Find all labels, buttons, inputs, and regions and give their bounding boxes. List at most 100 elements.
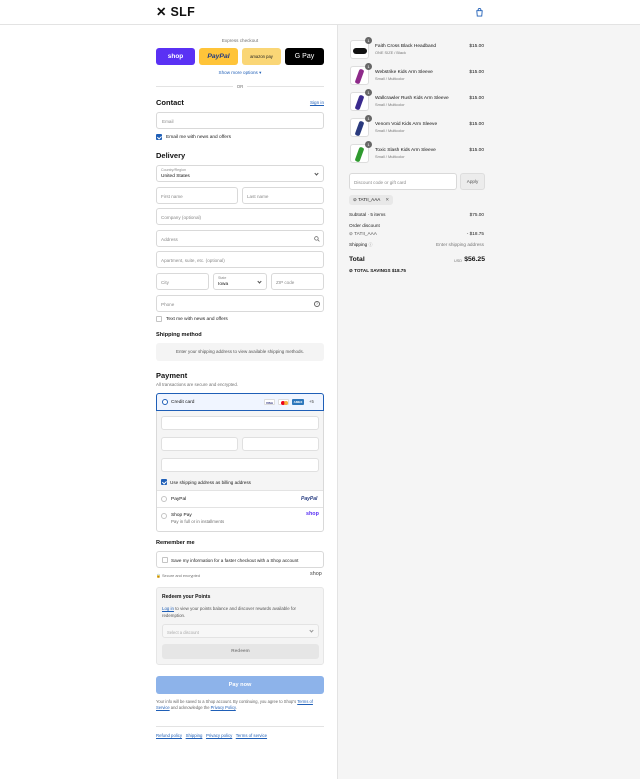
card-cvv-field[interactable] [242, 437, 319, 451]
sign-in-link[interactable]: Sign in [300, 100, 324, 106]
points-panel: Redeem your Points Log in to view your p… [156, 587, 324, 665]
tag-icon: ⊘ [353, 197, 357, 202]
total-savings-value: $18.75 [391, 268, 406, 273]
product-variant: ONE SIZE / Black [375, 50, 406, 55]
privacy-policy-link[interactable]: Privacy Policy [211, 705, 236, 710]
product-price: $15.00 [469, 44, 484, 49]
remember-me-option[interactable]: Save my information for a faster checkou… [156, 551, 324, 568]
shop-pay-logo: shop [306, 511, 319, 517]
last-name-field[interactable]: Last name [242, 187, 324, 204]
remember-me-checkbox[interactable] [162, 557, 168, 563]
paypal-option[interactable]: PayPal PayPal [157, 491, 323, 507]
city-field[interactable]: City [156, 273, 209, 290]
subtotal-value: $75.00 [469, 212, 484, 217]
quantity-badge: 1 [365, 63, 372, 70]
terms-of-service-footer-link[interactable]: Terms of service [236, 733, 267, 738]
country-value: United States [161, 174, 190, 179]
shipping-method-heading: Shipping method [156, 332, 202, 338]
apply-button[interactable]: Apply [460, 173, 485, 190]
pay-now-button[interactable]: Pay now [156, 676, 324, 694]
apartment-field[interactable]: Apartment, suite, etc. (optional) [156, 251, 324, 268]
amazon-pay-button[interactable]: amazon pay [242, 48, 281, 65]
refund-policy-link[interactable]: Refund policy [156, 733, 182, 738]
delivery-heading: Delivery [156, 151, 186, 160]
discount-code-placeholder: Discount code or gift card [354, 180, 407, 185]
state-select[interactable]: State Iowa [213, 273, 267, 290]
country-label: Country/Region [161, 168, 186, 172]
shopping-bag-icon[interactable] [475, 8, 484, 17]
express-checkout-title: Express checkout [221, 38, 259, 43]
quantity-badge: 1 [365, 37, 372, 44]
discount-select-placeholder: Select a discount [167, 629, 199, 635]
amex-icon: AMEX [292, 399, 304, 405]
divider [156, 726, 324, 727]
or-separator: OR [236, 84, 244, 89]
info-icon[interactable]: ⓘ [369, 243, 373, 247]
points-heading: Redeem your Points [162, 594, 211, 600]
quantity-badge: 1 [365, 89, 372, 96]
show-more-options-link[interactable]: Show more options ▾ [156, 70, 324, 76]
log-in-link[interactable]: Log in [162, 606, 174, 611]
product-image [354, 146, 365, 162]
paypal-radio[interactable] [161, 496, 167, 502]
zip-placeholder: ZIP code [276, 280, 295, 285]
card-name-field[interactable] [161, 458, 319, 472]
quantity-badge: 1 [365, 115, 372, 122]
more-brands-count: +5 [309, 399, 314, 404]
tag-icon: ⊘ [349, 268, 353, 273]
phone-field[interactable]: Phone ? [156, 295, 324, 312]
remove-discount-icon[interactable]: ✕ [385, 197, 389, 202]
legal-and: and acknowledge the [169, 705, 211, 711]
shop-pay-option[interactable]: Shop Pay Pay in full or in installments … [157, 508, 323, 531]
google-pay-button[interactable]: G Pay [285, 48, 324, 65]
shop-pay-radio[interactable] [161, 513, 167, 519]
card-number-field[interactable] [161, 416, 319, 430]
first-name-field[interactable]: First name [156, 187, 238, 204]
card-expiry-field[interactable] [161, 437, 238, 451]
payment-subtitle: All transactions are secure and encrypte… [156, 382, 239, 387]
city-placeholder: City [161, 280, 169, 285]
address-placeholder: Address [161, 237, 178, 242]
text-news-label: Text me with news and offers [166, 316, 228, 322]
remember-me-heading: Remember me [156, 540, 195, 546]
redeem-button[interactable]: Redeem [162, 644, 319, 659]
email-field[interactable]: Email [156, 112, 324, 129]
email-placeholder: Email [162, 119, 174, 124]
country-select[interactable]: Country/Region United States [156, 165, 324, 182]
shipping-row: Shipping ⓘ [349, 242, 372, 248]
show-more-options-label: Show more options [218, 70, 258, 75]
total-value: $56.25 [464, 256, 485, 263]
product-price: $15.00 [469, 70, 484, 75]
product-image [353, 48, 367, 54]
apartment-placeholder: Apartment, suite, etc. (optional) [161, 258, 225, 263]
discount-code-field[interactable]: Discount code or gift card [349, 173, 457, 190]
discount-tag-code: TATII_AAA [358, 197, 381, 202]
billing-same-checkbox[interactable] [161, 479, 167, 485]
shop-pay-subtitle: Pay in full or in installments [171, 519, 225, 524]
product-image [354, 120, 365, 136]
shipping-link[interactable]: Shipping [186, 733, 203, 738]
credit-card-option[interactable]: Credit card VISA AMEX +5 [156, 393, 324, 411]
points-text: Log in to view your points balance and d… [162, 605, 312, 619]
paypal-label: PayPal [171, 496, 187, 502]
tag-icon: ⊘ [349, 231, 353, 236]
store-logo[interactable]: ✕ SLF [156, 5, 195, 21]
text-news-checkbox[interactable] [156, 316, 162, 322]
product-image [354, 68, 365, 84]
privacy-policy-footer-link[interactable]: Privacy policy [206, 733, 232, 738]
discount-tag: ⊘ TATII_AAA ✕ [349, 195, 394, 205]
billing-same-label: Use shipping address as billing address [170, 479, 251, 485]
paypal-button[interactable]: PayPal [199, 48, 238, 65]
shop-pay-button[interactable]: shop [156, 48, 195, 65]
credit-card-label: Credit card [171, 399, 195, 405]
footer-links: Refund policy Shipping Privacy policy Te… [156, 733, 267, 738]
zip-field[interactable]: ZIP code [271, 273, 324, 290]
discount-select[interactable]: Select a discount [162, 624, 319, 638]
product-variant: Small / Multicolor [375, 76, 405, 81]
email-news-checkbox[interactable] [156, 134, 162, 140]
chevron-down-icon [309, 628, 314, 633]
credit-card-radio[interactable] [162, 399, 168, 405]
address-field[interactable]: Address [156, 230, 324, 247]
help-icon[interactable]: ? [314, 301, 320, 307]
company-field[interactable]: Company (optional) [156, 208, 324, 225]
